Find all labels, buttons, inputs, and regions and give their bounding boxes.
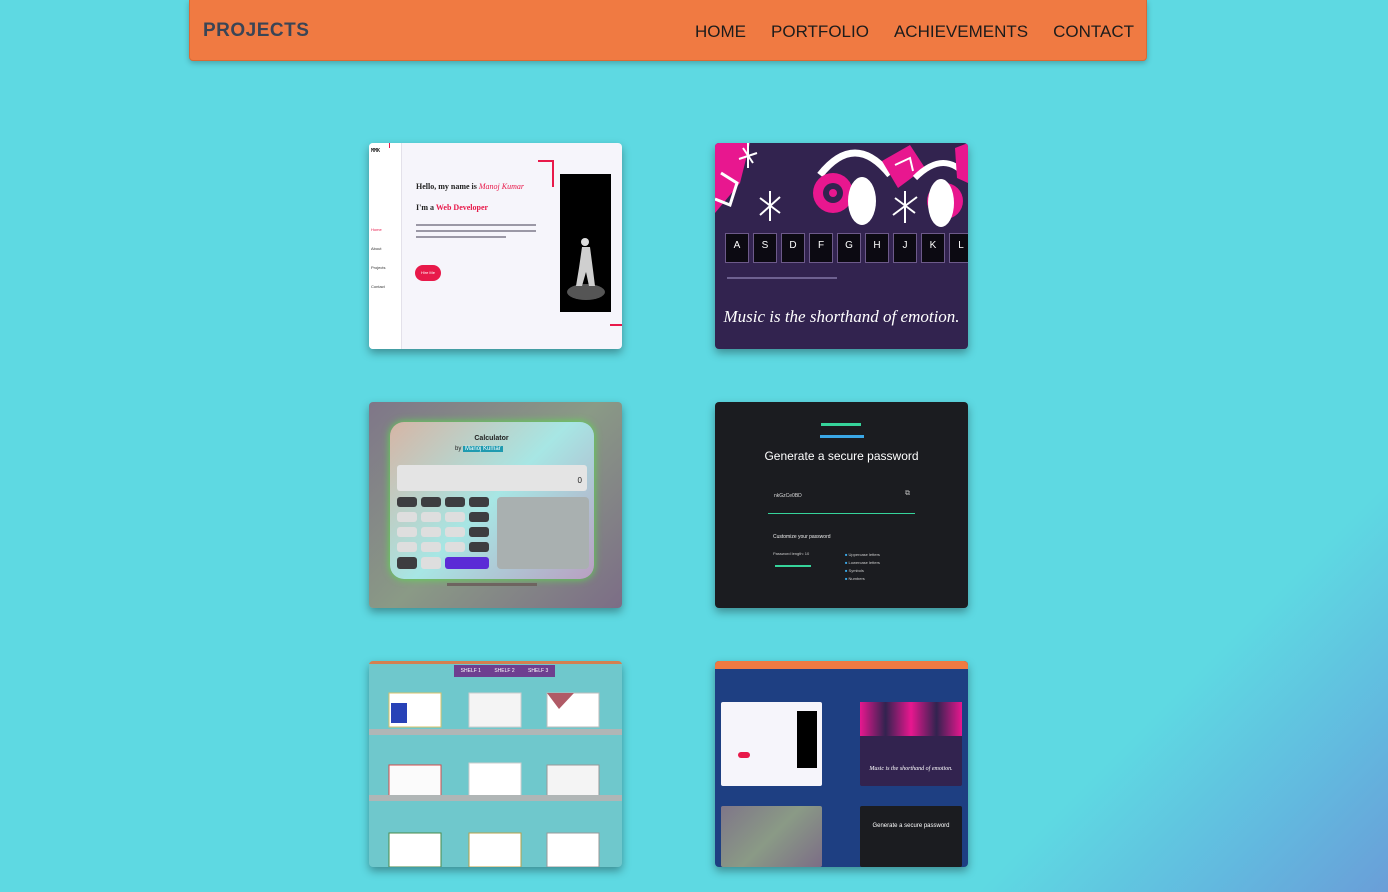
drum-key-s[interactable]: S (753, 233, 777, 263)
drum-key-d[interactable]: D (781, 233, 805, 263)
pw-length-slider[interactable] (775, 565, 811, 567)
drum-keys: A S D F G H J K L (725, 233, 968, 263)
role-text: I'm a Web Developer (416, 203, 489, 212)
pw-options: ■ Uppercase letters ■ Lowercase letters … (845, 552, 880, 581)
pw-brand (821, 423, 861, 426)
music-quote: Music is the shorthand of emotion. (723, 307, 960, 326)
navbar: PROJECTS HOME PORTFOLIO ACHIEVEMENTS CON… (189, 0, 1147, 61)
project-card-password-generator[interactable]: Generate a secure password nkGzCe0BD ⧉ C… (715, 402, 968, 608)
drum-key-j[interactable]: J (893, 233, 917, 263)
copy-icon[interactable]: ⧉ (905, 490, 910, 498)
calculator-footer (447, 583, 537, 586)
preview-drum-card: Music is the shorthand of emotion. (860, 702, 962, 786)
intro-paragraph (416, 224, 536, 238)
drum-key-h[interactable]: H (865, 233, 889, 263)
pw-title: Generate a secure password (764, 449, 919, 463)
project-card-achievements-shelf[interactable]: SHELF 1 SHELF 2 SHELF 3 (369, 661, 622, 867)
certificate-shelves (369, 692, 622, 867)
greeting-text: Hello, my name is Manoj Kumar (416, 182, 525, 191)
profile-photo (560, 174, 611, 312)
shelf-tabs: SHELF 1 SHELF 2 SHELF 3 (454, 665, 555, 677)
drum-key-k[interactable]: K (921, 233, 945, 263)
nav-portfolio[interactable]: PORTFOLIO (771, 22, 869, 42)
nav-contact[interactable]: CONTACT (1053, 22, 1134, 42)
project-card-portfolio[interactable]: MMK Home About Projects Contact Hello, m… (369, 143, 622, 349)
drum-key-a[interactable]: A (725, 233, 749, 263)
tab-shelf-1[interactable]: SHELF 1 (461, 668, 481, 674)
drum-key-l[interactable]: L (949, 233, 968, 263)
pw-output[interactable]: nkGzCe0BD (774, 493, 802, 499)
calculator-title: Calculator (474, 435, 509, 442)
preview-navbar (715, 661, 968, 669)
tab-shelf-3[interactable]: SHELF 3 (528, 668, 548, 674)
tab-shelf-2[interactable]: SHELF 2 (494, 668, 514, 674)
pw-underline (768, 513, 915, 514)
pw-customize-label: Customize your password (773, 534, 831, 540)
nav-home[interactable]: HOME (695, 22, 746, 42)
drum-key-g[interactable]: G (837, 233, 861, 263)
preview-portfolio-card (721, 702, 822, 786)
project-card-drum-kit[interactable]: A S D F G H J K L Music is the shorthand… (715, 143, 968, 349)
brand-logo[interactable]: PROJECTS (203, 20, 309, 42)
nav-achievements[interactable]: ACHIEVEMENTS (894, 22, 1028, 42)
nav-links: HOME PORTFOLIO ACHIEVEMENTS CONTACT (695, 22, 1134, 42)
project-card-calculator[interactable]: Calculator by Manoj Kumar 0 (369, 402, 622, 608)
preview-password-card: Generate a secure password (860, 806, 962, 867)
calculator-author: by Manoj Kumar (455, 446, 503, 452)
project-card-portfolio-preview[interactable]: Music is the shorthand of emotion. Gener… (715, 661, 968, 867)
preview-calculator-card (721, 806, 822, 867)
drum-note (727, 277, 837, 279)
calculator-keypad (397, 497, 589, 569)
pw-length-label: Password length: 10 (773, 551, 810, 556)
drum-key-f[interactable]: F (809, 233, 833, 263)
site-menu: Home About Projects Contact (371, 227, 386, 289)
calculator-display: 0 (397, 465, 587, 491)
pw-social-links (820, 435, 864, 438)
site-logo: MMK (371, 148, 381, 154)
hire-me-button[interactable]: Hire Me (415, 265, 441, 281)
